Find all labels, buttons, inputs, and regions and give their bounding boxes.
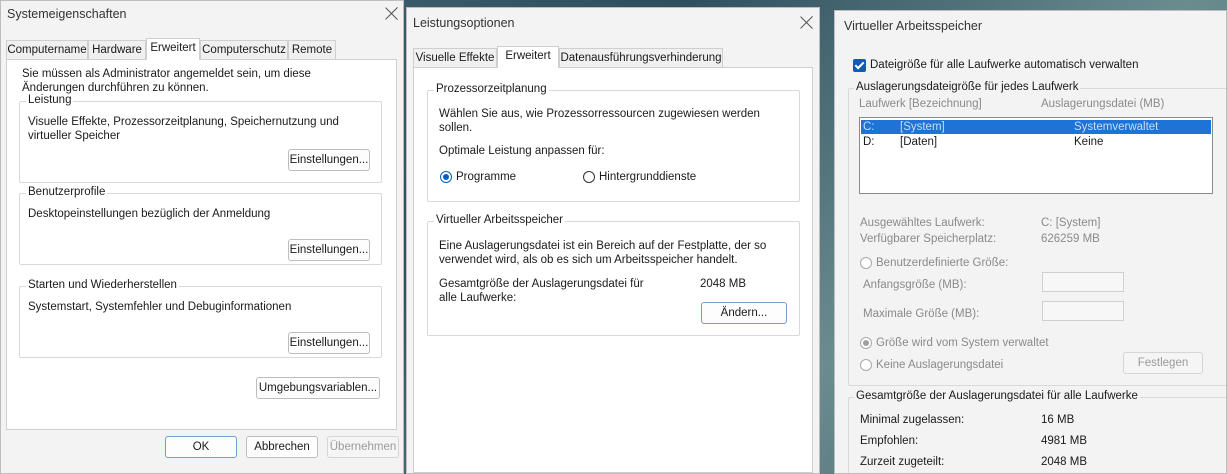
- drive-row[interactable]: C: [System] Systemverwaltet: [861, 120, 1211, 134]
- user-profiles-group: Benutzerprofile Desktopeinstellungen bez…: [19, 186, 382, 265]
- total-pagefile-label: Gesamtgröße der Auslagerungsdatei für al…: [439, 278, 644, 304]
- recommended-value: 4981 MB: [1041, 435, 1088, 447]
- close-icon[interactable]: [385, 7, 399, 21]
- free-space-value: 626259 MB: [1041, 233, 1100, 245]
- tab-hardware[interactable]: Hardware: [88, 40, 146, 59]
- performance-label: Leistung: [26, 94, 74, 106]
- total-size-label: Gesamtgröße der Auslagerungsdatei für al…: [854, 390, 1140, 402]
- admin-note: Sie müssen als Administrator angemeldet …: [22, 68, 311, 94]
- performance-description: Visuelle Effekte, Prozessorzeitplanung, …: [28, 116, 339, 142]
- user-profiles-label: Benutzerprofile: [26, 186, 108, 198]
- tab-computerschutz[interactable]: Computerschutz: [200, 40, 288, 59]
- virtual-memory-group: Virtueller Arbeitsspeicher Eine Auslager…: [427, 214, 800, 336]
- tab-bar: Computername Hardware Erweitert Computer…: [6, 38, 401, 60]
- processor-scheduling-label: Prozessorzeitplanung: [434, 83, 549, 95]
- drive-label: [Daten]: [900, 136, 938, 148]
- total-pagefile-value: 2048 MB: [700, 278, 747, 290]
- tab-visual-effects[interactable]: Visuelle Effekte: [413, 48, 497, 67]
- system-properties-window: Systemeigenschaften Computername Hardwar…: [0, 0, 404, 474]
- user-profiles-description: Desktopeinstellungen bezüglich der Anmel…: [28, 208, 271, 220]
- auto-manage-checkbox[interactable]: [853, 59, 866, 72]
- system-managed-radio[interactable]: [860, 337, 872, 349]
- no-pagefile-radio[interactable]: [860, 359, 872, 371]
- virtual-memory-label: Virtueller Arbeitsspeicher: [434, 214, 565, 226]
- tab-panel: Prozessorzeitplanung Wählen Sie aus, wie…: [413, 67, 813, 473]
- currently-allocated-value: 2048 MB: [1041, 456, 1088, 468]
- min-allowed-label: Minimal zugelassen:: [860, 414, 965, 426]
- initial-size-label: Anfangsgröße (MB):: [863, 279, 967, 291]
- virtual-memory-window: Virtueller Arbeitsspeicher Dateigröße fü…: [834, 10, 1227, 474]
- drive-row[interactable]: D: [Daten] Keine: [861, 135, 1211, 149]
- tab-panel: Sie müssen als Administrator angemeldet …: [6, 59, 397, 430]
- programs-radio[interactable]: [440, 171, 452, 183]
- tab-computername[interactable]: Computername: [6, 40, 88, 59]
- performance-options-window: Leistungsoptionen Visuelle Effekte Erwei…: [406, 7, 820, 474]
- startup-recovery-group: Starten und Wiederherstellen Systemstart…: [19, 279, 382, 358]
- currently-allocated-label: Zurzeit zugeteilt:: [860, 456, 945, 468]
- auto-manage-label[interactable]: Dateigröße für alle Laufwerke automatisc…: [870, 58, 1138, 72]
- set-button[interactable]: Festlegen: [1123, 352, 1203, 374]
- performance-settings-button[interactable]: Einstellungen...: [288, 149, 370, 171]
- system-managed-label[interactable]: Größe wird vom System verwaltet: [876, 336, 1049, 350]
- recommended-label: Empfohlen:: [860, 435, 919, 447]
- background-services-radio[interactable]: [583, 171, 595, 183]
- selected-drive-value: C: [System]: [1041, 217, 1101, 229]
- optimize-for-label: Optimale Leistung anpassen für:: [439, 145, 605, 157]
- tab-erweitert[interactable]: Erweitert: [146, 38, 200, 60]
- user-profiles-settings-button[interactable]: Einstellungen...: [288, 239, 370, 261]
- drive-list[interactable]: C: [System] Systemverwaltet D: [Daten] K…: [859, 117, 1213, 194]
- initial-size-input[interactable]: [1042, 272, 1124, 292]
- window-title: Systemeigenschaften: [7, 7, 127, 21]
- drive-label: [System]: [900, 121, 945, 133]
- cancel-button[interactable]: Abbrechen: [246, 436, 318, 458]
- drive-pagefile: Keine: [1074, 136, 1104, 148]
- startup-recovery-settings-button[interactable]: Einstellungen...: [288, 332, 370, 354]
- programs-label[interactable]: Programme: [456, 170, 516, 184]
- custom-size-label[interactable]: Benutzerdefinierte Größe:: [876, 256, 1008, 270]
- free-space-label: Verfügbarer Speicherplatz:: [860, 233, 997, 245]
- apply-button[interactable]: Übernehmen: [327, 436, 399, 458]
- drive-pagefile: Systemverwaltet: [1074, 121, 1159, 133]
- startup-recovery-description: Systemstart, Systemfehler und Debuginfor…: [28, 301, 292, 313]
- drive-letter: D:: [863, 136, 875, 148]
- window-title: Virtueller Arbeitsspeicher: [844, 19, 983, 33]
- title-bar[interactable]: Leistungsoptionen: [407, 8, 819, 38]
- per-drive-label: Auslagerungsdateigröße für jedes Laufwer…: [854, 81, 1081, 93]
- virtual-memory-description: Eine Auslagerungsdatei ist ein Bereich a…: [439, 240, 767, 266]
- max-size-label: Maximale Größe (MB):: [863, 308, 980, 320]
- per-drive-group: Auslagerungsdateigröße für jedes Laufwer…: [848, 81, 1226, 386]
- tab-advanced[interactable]: Erweitert: [497, 46, 559, 68]
- tab-bar: Visuelle Effekte Erweitert Datenausführu…: [413, 46, 813, 68]
- close-icon[interactable]: [800, 16, 814, 30]
- column-pagefile-header: Auslagerungsdatei (MB): [1041, 98, 1165, 110]
- processor-scheduling-description: Wählen Sie aus, wie Prozessorressourcen …: [439, 108, 760, 134]
- column-drive-header: Laufwerk [Bezeichnung]: [859, 98, 982, 110]
- min-allowed-value: 16 MB: [1041, 414, 1075, 426]
- total-size-group: Gesamtgröße der Auslagerungsdatei für al…: [848, 390, 1226, 473]
- environment-variables-button[interactable]: Umgebungsvariablen...: [256, 377, 380, 399]
- custom-size-radio[interactable]: [860, 257, 872, 269]
- max-size-input[interactable]: [1042, 301, 1124, 321]
- selected-drive-label: Ausgewähltes Laufwerk:: [860, 217, 985, 229]
- ok-button[interactable]: OK: [165, 436, 237, 458]
- background-services-label[interactable]: Hintergrunddienste: [599, 170, 696, 184]
- tab-dep[interactable]: Datenausführungsverhinderung: [559, 48, 723, 67]
- title-bar[interactable]: Virtueller Arbeitsspeicher: [835, 11, 1226, 41]
- performance-group: Leistung Visuelle Effekte, Prozessorzeit…: [19, 94, 382, 183]
- change-button[interactable]: Ändern...: [701, 302, 787, 324]
- startup-recovery-label: Starten und Wiederherstellen: [26, 279, 179, 291]
- title-bar[interactable]: Systemeigenschaften: [1, 1, 403, 31]
- no-pagefile-label[interactable]: Keine Auslagerungsdatei: [876, 358, 1003, 372]
- drive-letter: C:: [863, 121, 875, 133]
- processor-scheduling-group: Prozessorzeitplanung Wählen Sie aus, wie…: [427, 83, 800, 202]
- tab-remote[interactable]: Remote: [288, 40, 336, 59]
- window-title: Leistungsoptionen: [413, 16, 515, 30]
